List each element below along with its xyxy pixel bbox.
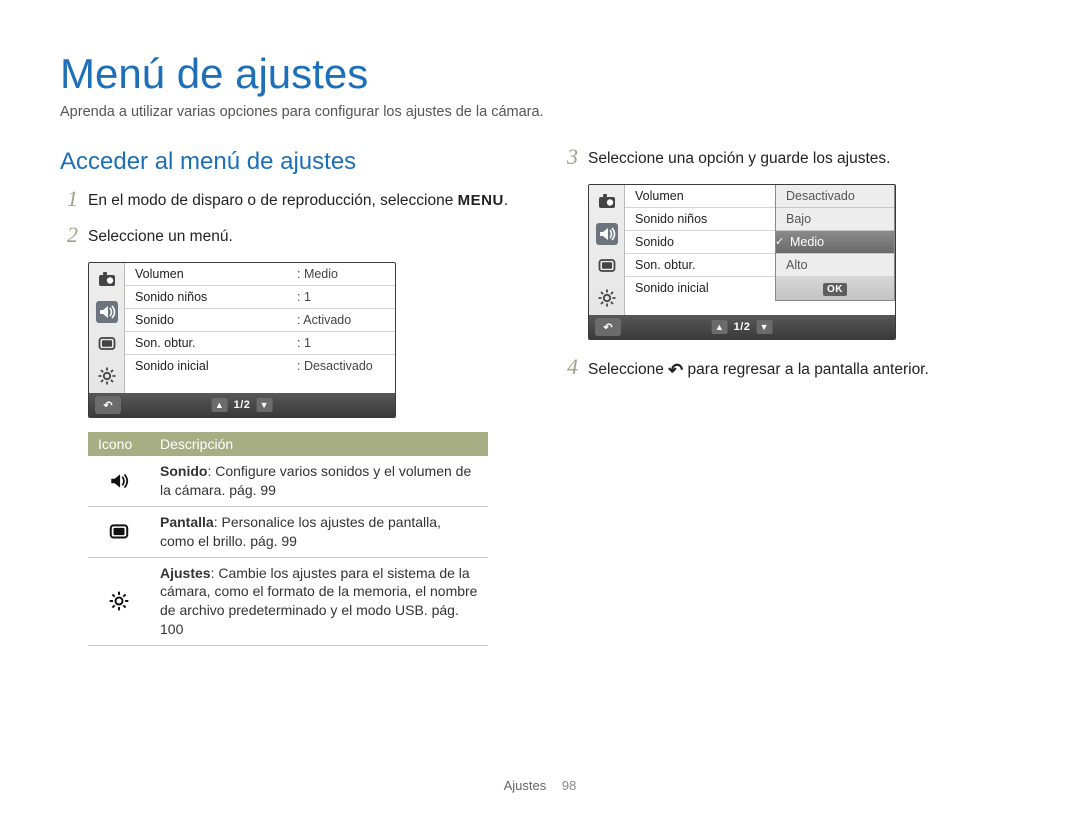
step-text-after: . bbox=[504, 192, 508, 209]
legend-row: Pantalla: Personalice los ajustes de pan… bbox=[88, 506, 488, 557]
step-text-before: Seleccione bbox=[588, 361, 668, 378]
lcd-pager: ▲ 1/2 ▼ bbox=[712, 320, 773, 334]
step-4: 4 Seleccione ↶ para regresar a la pantal… bbox=[560, 358, 1020, 383]
lcd-screenshot-2: Volumen Sonido niños Sonido Son. obtur. … bbox=[588, 184, 896, 340]
gear-icon bbox=[88, 557, 150, 646]
option-item[interactable]: Bajo bbox=[776, 207, 894, 230]
camera-icon bbox=[596, 191, 618, 213]
legend-row: Ajustes: Cambie los ajustes para el sist… bbox=[88, 557, 488, 646]
lcd-screenshot-1: Volumen: Medio Sonido niños: 1 Sonido: A… bbox=[88, 262, 396, 418]
gear-icon bbox=[596, 287, 618, 309]
lcd-footer: ↶ ▲ 1/2 ▼ bbox=[89, 393, 395, 417]
sound-icon bbox=[596, 223, 618, 245]
lcd-row: Son. obtur.: 1 bbox=[125, 331, 395, 354]
step-text: Seleccione un menú. bbox=[88, 226, 233, 248]
page-footer: Ajustes 98 bbox=[0, 778, 1080, 793]
lcd-row-value: : Desactivado bbox=[297, 359, 387, 373]
option-item-selected[interactable]: Medio bbox=[776, 230, 894, 253]
step-2: 2 Seleccione un menú. bbox=[60, 226, 520, 248]
lcd-row-label: Sonido niños bbox=[135, 290, 297, 304]
page-title: Menú de ajustes bbox=[60, 50, 1020, 98]
lcd-row: Volumen: Medio bbox=[125, 263, 395, 285]
page-down-icon[interactable]: ▼ bbox=[256, 398, 272, 412]
legend-desc: Ajustes: Cambie los ajustes para el sist… bbox=[150, 557, 488, 646]
page-indicator: 1/2 bbox=[234, 399, 251, 411]
lcd-icon-column bbox=[589, 185, 625, 315]
step-text: Seleccione una opción y guarde los ajust… bbox=[588, 148, 890, 170]
step-3: 3 Seleccione una opción y guarde los aju… bbox=[560, 148, 1020, 170]
legend-title: Pantalla bbox=[160, 514, 214, 530]
option-ok-row: OK bbox=[776, 276, 894, 300]
legend-table: Icono Descripción Sonido: Configure vari… bbox=[88, 432, 488, 646]
legend-desc: Pantalla: Personalice los ajustes de pan… bbox=[150, 506, 488, 557]
legend-row: Sonido: Configure varios sonidos y el vo… bbox=[88, 456, 488, 506]
footer-section: Ajustes bbox=[504, 778, 547, 793]
page-down-icon[interactable]: ▼ bbox=[756, 320, 772, 334]
footer-page-number: 98 bbox=[562, 778, 576, 793]
legend-title: Sonido bbox=[160, 463, 207, 479]
ok-button[interactable]: OK bbox=[823, 283, 847, 296]
legend-header-icon: Icono bbox=[88, 432, 150, 456]
lcd-row-value: : Medio bbox=[297, 267, 387, 281]
legend-header-desc: Descripción bbox=[150, 432, 488, 456]
step-text: Seleccione ↶ para regresar a la pantalla… bbox=[588, 358, 929, 383]
legend-text: : Configure varios sonidos y el volumen … bbox=[160, 463, 471, 498]
step-number: 1 bbox=[60, 188, 78, 210]
lcd-footer: ↶ ▲ 1/2 ▼ bbox=[589, 315, 895, 339]
camera-icon bbox=[96, 269, 118, 291]
lcd-row-value: : 1 bbox=[297, 336, 387, 350]
lcd-row: Sonido: Activado bbox=[125, 308, 395, 331]
back-button[interactable]: ↶ bbox=[95, 396, 121, 414]
lcd-row-label: Son. obtur. bbox=[135, 336, 297, 350]
page-up-icon[interactable]: ▲ bbox=[712, 320, 728, 334]
gear-icon bbox=[96, 365, 118, 387]
lcd-icon-column bbox=[89, 263, 125, 393]
step-1: 1 En el modo de disparo o de reproducció… bbox=[60, 190, 520, 212]
step-number: 3 bbox=[560, 146, 578, 168]
legend-desc: Sonido: Configure varios sonidos y el vo… bbox=[150, 456, 488, 506]
lcd-row-label: Sonido bbox=[135, 313, 297, 327]
lcd-row: Sonido niños: 1 bbox=[125, 285, 395, 308]
step-text: En el modo de disparo o de reproducción,… bbox=[88, 190, 508, 212]
legend-title: Ajustes bbox=[160, 565, 211, 581]
back-icon: ↶ bbox=[668, 360, 683, 380]
option-item[interactable]: Alto bbox=[776, 253, 894, 276]
lcd-pager: ▲ 1/2 ▼ bbox=[212, 398, 273, 412]
step-text-after: para regresar a la pantalla anterior. bbox=[683, 361, 929, 378]
page-indicator: 1/2 bbox=[734, 321, 751, 333]
lcd-row-value: : Activado bbox=[297, 313, 387, 327]
step-number: 4 bbox=[560, 356, 578, 378]
sound-icon bbox=[96, 301, 118, 323]
lcd-row-label: Sonido inicial bbox=[135, 359, 297, 373]
display-icon bbox=[88, 506, 150, 557]
step-number: 2 bbox=[60, 224, 78, 246]
lcd-setting-list: Volumen: Medio Sonido niños: 1 Sonido: A… bbox=[125, 263, 395, 393]
section-heading: Acceder al menú de ajustes bbox=[60, 148, 520, 176]
menu-glyph: MENU bbox=[458, 192, 504, 209]
lcd-row-value: : 1 bbox=[297, 290, 387, 304]
page-up-icon[interactable]: ▲ bbox=[212, 398, 228, 412]
lcd-row: Sonido inicial: Desactivado bbox=[125, 354, 395, 377]
option-item[interactable]: Desactivado bbox=[776, 185, 894, 207]
display-icon bbox=[596, 255, 618, 277]
lcd-option-popup: Desactivado Bajo Medio Alto OK bbox=[775, 185, 895, 301]
display-icon bbox=[96, 333, 118, 355]
lcd-row-label: Volumen bbox=[135, 267, 297, 281]
sound-icon bbox=[88, 456, 150, 506]
page-intro: Aprenda a utilizar varias opciones para … bbox=[60, 104, 1020, 120]
back-button[interactable]: ↶ bbox=[595, 318, 621, 336]
step-text-before: En el modo de disparo o de reproducción,… bbox=[88, 192, 458, 209]
